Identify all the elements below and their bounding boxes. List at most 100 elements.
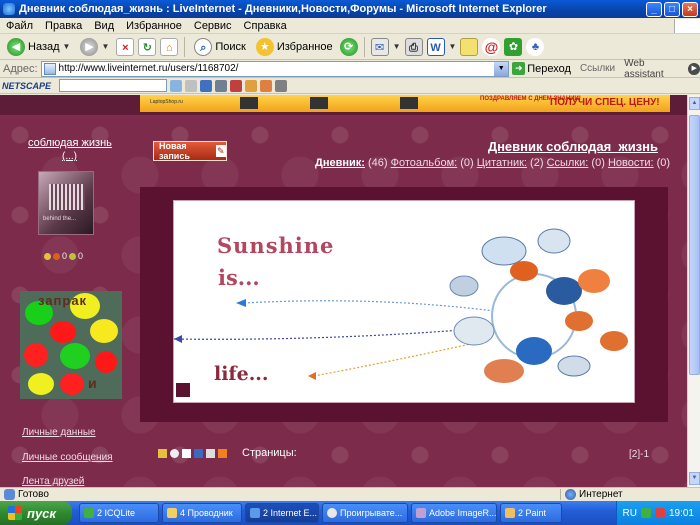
- back-button[interactable]: ◀ Назад ▼: [4, 36, 73, 58]
- side-link-messages[interactable]: Личные сообщения: [22, 452, 113, 463]
- laptop-icon[interactable]: [200, 79, 212, 92]
- page-scrollbar[interactable]: ▲ ▼: [687, 95, 700, 487]
- avatar[interactable]: behind the...: [38, 171, 94, 235]
- net-search-input[interactable]: [59, 79, 167, 92]
- user-sublink[interactable]: (...): [62, 151, 77, 162]
- heart-icon[interactable]: [230, 79, 242, 92]
- scroll-thumb[interactable]: [689, 115, 700, 375]
- image-text: запрак: [38, 293, 88, 308]
- scroll-down-icon[interactable]: ▼: [689, 472, 700, 485]
- phone-icon[interactable]: [194, 449, 203, 458]
- menu-tools[interactable]: Сервис: [188, 20, 238, 32]
- task-imageready[interactable]: Adobe ImageR...: [411, 503, 497, 523]
- netscape-toolbar: NETSCAPE: [0, 78, 700, 94]
- menu-help[interactable]: Справка: [238, 20, 293, 32]
- side-link-friends-feed[interactable]: Лента друзей: [22, 476, 84, 487]
- chevron-down-icon[interactable]: ▼: [494, 61, 509, 76]
- player-icon: [327, 508, 337, 518]
- pages-label: Страницы:: [242, 447, 297, 459]
- chevron-down-icon[interactable]: ▼: [63, 42, 71, 51]
- rss-icon[interactable]: [218, 449, 227, 458]
- stop-icon[interactable]: ×: [116, 37, 135, 56]
- close-button[interactable]: ×: [682, 1, 698, 17]
- nav-diary-link[interactable]: Дневник:: [315, 157, 365, 169]
- menu-bar: Файл Правка Вид Избранное Сервис Справка: [0, 18, 700, 34]
- chevron-down-icon[interactable]: ▼: [101, 42, 109, 51]
- minimize-button[interactable]: _: [646, 1, 662, 17]
- links-button[interactable]: Ссылки: [580, 63, 615, 74]
- scroll-up-icon[interactable]: ▲: [689, 97, 700, 110]
- menu-view[interactable]: Вид: [88, 20, 120, 32]
- shop-label: LaptopShop.ru: [150, 99, 183, 105]
- at-icon[interactable]: @: [482, 37, 501, 56]
- smile-icon[interactable]: [170, 449, 179, 458]
- search-icon: ⌕: [194, 37, 213, 56]
- mail-icon[interactable]: [275, 79, 287, 92]
- messenger-icon[interactable]: ♣: [526, 37, 545, 56]
- nav-links-count: (0): [591, 157, 605, 169]
- menu-file[interactable]: Файл: [0, 20, 39, 32]
- post-image[interactable]: Sunshine is... life...: [173, 200, 635, 403]
- sidebar-image[interactable]: запрак и: [20, 291, 122, 399]
- go-button[interactable]: ➜ Переход: [512, 62, 571, 75]
- print-icon[interactable]: ⎙: [404, 37, 423, 56]
- tray-icon[interactable]: [654, 508, 665, 518]
- nav-photo-link[interactable]: Фотоальбом:: [391, 157, 458, 169]
- window-titlebar[interactable]: Дневник соблюдая_жизнь : LiveInternet - …: [0, 0, 700, 18]
- page-icon[interactable]: [182, 449, 191, 458]
- web-assistant[interactable]: Web assistant: [624, 58, 685, 80]
- tray-icon[interactable]: [640, 508, 651, 518]
- pager[interactable]: [2]-1: [629, 449, 649, 460]
- star-icon[interactable]: [260, 79, 272, 92]
- start-button[interactable]: пуск: [0, 501, 72, 525]
- refresh-icon[interactable]: ↻: [138, 37, 157, 56]
- icq-icon[interactable]: ✿: [504, 37, 523, 56]
- star-icon: ★: [255, 37, 274, 56]
- address-bar: Адрес: http://www.liveinternet.ru/users/…: [0, 58, 700, 80]
- word-edit-icon[interactable]: W: [426, 37, 445, 56]
- menu-favorites[interactable]: Избранное: [120, 20, 188, 32]
- home-icon[interactable]: ⌂: [160, 37, 179, 56]
- chevron-down-icon[interactable]: ▼: [449, 42, 457, 51]
- task-explorer[interactable]: 4 Проводник: [162, 503, 242, 523]
- address-input[interactable]: http://www.liveinternet.ru/users/1168702…: [40, 60, 510, 77]
- search-button[interactable]: ⌕ Поиск: [191, 36, 248, 58]
- forward-button[interactable]: ▶ ▼: [77, 36, 112, 58]
- language-indicator[interactable]: RU: [623, 508, 637, 519]
- chart-icon[interactable]: [215, 79, 227, 92]
- nav-quote-link[interactable]: Цитатник:: [477, 157, 527, 169]
- mail-icon[interactable]: ✉: [370, 37, 389, 56]
- history-icon[interactable]: ⟳: [339, 37, 358, 56]
- diary-nav: Дневник: (46) Фотоальбом: (0) Цитатник: …: [315, 157, 670, 169]
- search-icon[interactable]: [170, 79, 182, 92]
- laptop-image: [400, 97, 418, 109]
- status-done: Готово: [0, 489, 560, 500]
- pencil-icon: ✎: [215, 145, 226, 157]
- chevron-down-icon[interactable]: ▼: [393, 42, 401, 51]
- globe-icon: [565, 489, 576, 500]
- weather-icon[interactable]: [245, 79, 257, 92]
- task-internet-explorer[interactable]: 2 Internet E...: [245, 503, 319, 523]
- print-icon[interactable]: [206, 449, 215, 458]
- note-icon[interactable]: [460, 37, 479, 56]
- web-assistant-icon[interactable]: ▶: [688, 62, 700, 75]
- g-search-icon[interactable]: [185, 79, 197, 92]
- task-label: 2 Internet E...: [263, 508, 318, 518]
- task-icq[interactable]: 2 ICQLite: [79, 503, 159, 523]
- diary-title-link[interactable]: Дневник соблюдая_жизнь: [488, 139, 658, 154]
- username-link[interactable]: соблюдая жизнь: [28, 137, 112, 149]
- favorites-button[interactable]: ★ Избранное: [253, 36, 336, 58]
- side-link-personal-data[interactable]: Личные данные: [22, 427, 96, 438]
- go-label: Переход: [527, 62, 571, 75]
- task-player[interactable]: Проигрывате...: [322, 503, 408, 523]
- nav-links-link[interactable]: Ссылки:: [547, 157, 589, 169]
- ad-banner[interactable]: LaptopShop.ru ПОЗДРАВЛЯЕМ С ДНЕМ ЗНАНИЙ!…: [140, 95, 670, 112]
- task-paint[interactable]: 2 Paint: [500, 503, 562, 523]
- menu-edit[interactable]: Правка: [39, 20, 88, 32]
- maximize-button[interactable]: □: [664, 1, 680, 17]
- star-icon[interactable]: [158, 449, 167, 458]
- clock[interactable]: 19:01: [669, 508, 694, 519]
- address-value[interactable]: http://www.liveinternet.ru/users/1168702…: [59, 63, 492, 74]
- new-post-button[interactable]: Новая запись ✎: [153, 141, 227, 161]
- nav-news-link[interactable]: Новости:: [608, 157, 654, 169]
